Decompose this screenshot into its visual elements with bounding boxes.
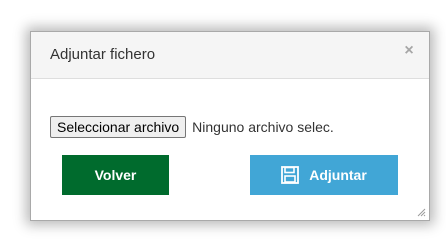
dialog-titlebar: Adjuntar fichero × bbox=[31, 32, 429, 79]
close-icon[interactable]: × bbox=[401, 43, 417, 59]
floppy-disk-icon bbox=[281, 166, 300, 184]
attach-button[interactable]: Adjuntar bbox=[250, 155, 398, 195]
back-button-label: Volver bbox=[94, 167, 137, 183]
dialog-title: Adjuntar fichero bbox=[50, 46, 156, 63]
choose-file-button[interactable]: Seleccionar archivo bbox=[50, 116, 187, 138]
back-button[interactable]: Volver bbox=[62, 155, 169, 195]
file-status-text: Ninguno archivo selec. bbox=[192, 119, 334, 135]
attach-file-dialog: Adjuntar fichero × Seleccionar archivo N… bbox=[30, 31, 430, 221]
attach-button-label: Adjuntar bbox=[309, 167, 367, 183]
file-input[interactable]: Seleccionar archivo Ninguno archivo sele… bbox=[50, 116, 334, 138]
resize-grip-icon[interactable] bbox=[416, 207, 426, 217]
